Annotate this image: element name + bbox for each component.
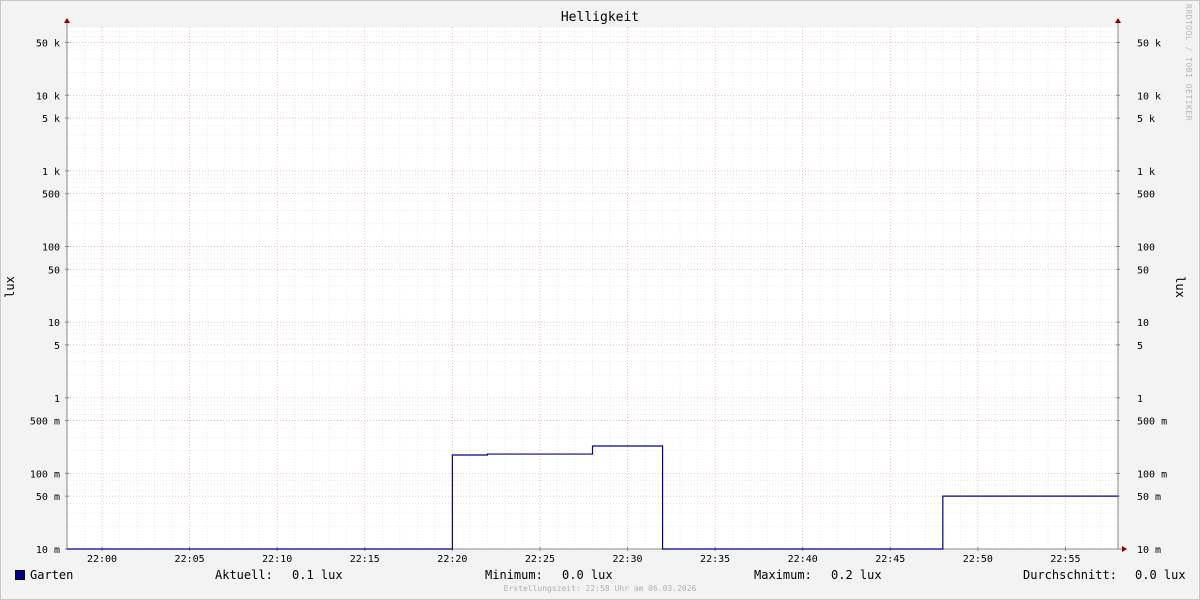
y-tick-label-left: 500 bbox=[42, 190, 60, 201]
y-tick-label-right: 500 bbox=[1137, 190, 1155, 201]
y-tick-label-right: 10 m bbox=[1137, 545, 1161, 556]
legend-maximum-label: Maximum: bbox=[754, 568, 812, 582]
y-tick-label-left: 10 k bbox=[36, 91, 60, 102]
y-tick-label-right: 50 bbox=[1137, 265, 1149, 276]
y-tick-label-left: 50 k bbox=[36, 38, 60, 49]
legend-minimum-label: Minimum: bbox=[485, 568, 543, 582]
x-tick-label: 22:15 bbox=[350, 554, 380, 565]
y-tick-label-left: 500 m bbox=[30, 417, 60, 428]
x-axis-arrow bbox=[1122, 546, 1127, 552]
x-tick-label: 22:05 bbox=[175, 554, 205, 565]
creation-time-footer: Erstellungszeit: 22:58 Uhr am 06.03.2026 bbox=[503, 584, 697, 593]
y-tick-label-right: 100 m bbox=[1137, 469, 1167, 480]
x-tick-label: 22:45 bbox=[875, 554, 905, 565]
x-tick-label: 22:40 bbox=[788, 554, 818, 565]
y-tick-label-right: 50 m bbox=[1137, 492, 1161, 503]
x-tick-label: 22:10 bbox=[262, 554, 292, 565]
x-tick-label: 22:35 bbox=[700, 554, 730, 565]
y-tick-label-right: 10 bbox=[1137, 318, 1149, 329]
y-axis-label-left: lux bbox=[3, 276, 17, 298]
y-tick-label-right: 1 k bbox=[1137, 167, 1155, 178]
x-tick-label: 22:20 bbox=[437, 554, 467, 565]
x-tick-label: 22:00 bbox=[87, 554, 117, 565]
y-tick-label-right: 5 k bbox=[1137, 114, 1155, 125]
y-axis-label-right: lux bbox=[1173, 276, 1187, 298]
y-axis-arrow-right bbox=[1115, 18, 1121, 23]
y-tick-label-left: 100 m bbox=[30, 469, 60, 480]
y-tick-label-right: 500 m bbox=[1137, 417, 1167, 428]
y-tick-label-left: 1 bbox=[54, 394, 60, 405]
y-tick-label-left: 10 bbox=[48, 318, 60, 329]
y-tick-label-right: 1 bbox=[1137, 394, 1143, 405]
legend-series-name: Garten bbox=[30, 568, 74, 582]
y-tick-label-right: 10 k bbox=[1137, 91, 1161, 102]
x-tick-label: 22:30 bbox=[612, 554, 642, 565]
y-tick-label-right: 50 k bbox=[1137, 38, 1161, 49]
legend-aktuell-value: 0.1 lux bbox=[292, 568, 343, 582]
legend-swatch-garten bbox=[15, 570, 25, 580]
y-tick-label-left: 50 bbox=[48, 265, 60, 276]
y-tick-label-left: 5 bbox=[54, 341, 60, 352]
x-tick-label: 22:25 bbox=[525, 554, 555, 565]
y-axis-arrow-left bbox=[64, 18, 70, 23]
y-tick-label-left: 50 m bbox=[36, 492, 60, 503]
legend-average-value: 0.0 lux bbox=[1135, 568, 1186, 582]
grid-layer bbox=[66, 26, 1119, 550]
legend-average-label: Durchschnitt: bbox=[1023, 568, 1117, 582]
y-tick-label-right: 5 bbox=[1137, 341, 1143, 352]
x-tick-label: 22:55 bbox=[1050, 554, 1080, 565]
legend-maximum-value: 0.2 lux bbox=[831, 568, 882, 582]
y-tick-label-right: 100 bbox=[1137, 243, 1155, 254]
y-tick-label-left: 100 bbox=[42, 243, 60, 254]
chart-svg: 50 k 50 k 10 k 10 k 5 k 5 k 1 k 1 k 500 500 100 100… bbox=[3, 18, 1187, 565]
y-tick-label-left: 5 k bbox=[42, 114, 60, 125]
y-tick-label-left: 10 m bbox=[36, 545, 60, 556]
legend-minimum-value: 0.0 lux bbox=[562, 568, 613, 582]
legend-aktuell-label: Aktuell: bbox=[215, 568, 273, 582]
x-tick-label: 22:50 bbox=[963, 554, 993, 565]
y-tick-label-left: 1 k bbox=[42, 167, 60, 178]
